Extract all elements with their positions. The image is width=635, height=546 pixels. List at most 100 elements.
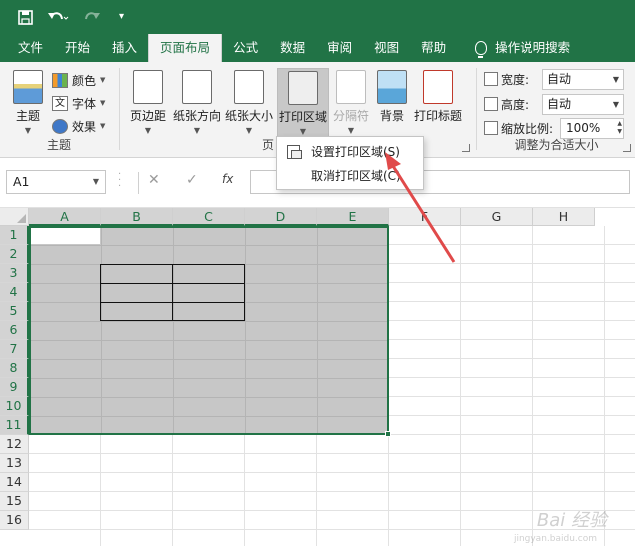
selected-range[interactable] bbox=[29, 226, 389, 435]
clear-print-area-item[interactable]: 取消打印区域(C) bbox=[277, 164, 423, 188]
cancel-icon[interactable]: ✕ bbox=[148, 172, 160, 188]
height-label-row: 高度: bbox=[484, 93, 529, 115]
row-header-1[interactable]: 1 bbox=[0, 226, 29, 245]
tab-formulas[interactable]: 公式 bbox=[222, 34, 269, 62]
margins-icon bbox=[133, 70, 163, 104]
tell-me-label: 操作说明搜索 bbox=[495, 40, 571, 55]
chevron-down-icon: ▼ bbox=[245, 126, 253, 135]
name-box[interactable]: A1 ▼ bbox=[6, 170, 106, 194]
theme-colors-button[interactable]: 颜色 ▼ bbox=[52, 70, 105, 90]
column-header-a[interactable]: A bbox=[29, 208, 101, 226]
print-titles-icon bbox=[423, 70, 453, 104]
divider bbox=[138, 172, 139, 194]
save-icon[interactable] bbox=[18, 9, 33, 25]
page-setup-launcher-icon[interactable] bbox=[462, 144, 470, 152]
row-header-3[interactable]: 3 bbox=[0, 264, 29, 283]
theme-fonts-button[interactable]: 文 字体 ▼ bbox=[52, 93, 105, 113]
chevron-down-icon: ▼ bbox=[92, 177, 99, 186]
row-header-15[interactable]: 15 bbox=[0, 492, 29, 511]
column-header-f[interactable]: F bbox=[389, 208, 461, 226]
width-icon bbox=[484, 72, 498, 86]
print-titles-button[interactable]: 打印标题 bbox=[412, 68, 464, 124]
themes-button[interactable]: 主题 ▼ bbox=[8, 68, 48, 135]
tell-me-search[interactable]: 操作说明搜索 bbox=[457, 34, 581, 62]
tab-help[interactable]: 帮助 bbox=[410, 34, 457, 62]
tab-data[interactable]: 数据 bbox=[269, 34, 316, 62]
row-header-16[interactable]: 16 bbox=[0, 511, 29, 530]
column-header-g[interactable]: G bbox=[461, 208, 533, 226]
row-header-4[interactable]: 4 bbox=[0, 283, 29, 302]
watermark-logo: Bai 经验 bbox=[536, 510, 607, 531]
tab-page-layout[interactable]: 页面布局 bbox=[148, 34, 223, 62]
orientation-button[interactable]: 纸张方向 ▼ bbox=[172, 68, 222, 135]
print-area-menu: 设置打印区域(S) 取消打印区域(C) bbox=[276, 136, 424, 190]
themes-icon bbox=[13, 70, 43, 104]
height-dropdown[interactable]: 自动 ▼ bbox=[542, 94, 624, 115]
paper-size-icon bbox=[234, 70, 264, 104]
print-area-icon bbox=[288, 71, 318, 105]
drag-handle-icon[interactable]: · · · bbox=[118, 170, 121, 192]
chevron-down-icon: ▼ bbox=[144, 126, 152, 135]
themes-group-label: 主题 bbox=[46, 138, 71, 152]
tab-view[interactable]: 视图 bbox=[363, 34, 410, 62]
row-header-9[interactable]: 9 bbox=[0, 378, 29, 397]
customize-qat-icon[interactable]: ▾ bbox=[119, 12, 124, 22]
print-titles-label: 打印标题 bbox=[413, 109, 462, 123]
redo-icon[interactable] bbox=[83, 10, 105, 25]
theme-effects-button[interactable]: 效果 ▼ bbox=[52, 116, 105, 136]
clear-print-area-label: 取消打印区域(C) bbox=[311, 169, 401, 183]
themes-button-label: 主题 bbox=[15, 109, 40, 123]
bordered-table bbox=[100, 264, 245, 321]
column-header-d[interactable]: D bbox=[245, 208, 317, 226]
effects-icon bbox=[52, 118, 68, 134]
undo-icon[interactable] bbox=[47, 10, 69, 25]
row-header-13[interactable]: 13 bbox=[0, 454, 29, 473]
row-header-14[interactable]: 14 bbox=[0, 473, 29, 492]
margins-button[interactable]: 页边距 ▼ bbox=[128, 68, 168, 135]
enter-icon[interactable]: ✓ bbox=[186, 172, 198, 188]
active-cell[interactable] bbox=[31, 228, 100, 244]
print-area-icon bbox=[287, 145, 302, 159]
row-header-7[interactable]: 7 bbox=[0, 340, 29, 359]
row-header-11[interactable]: 11 bbox=[0, 416, 29, 435]
tab-review[interactable]: 审阅 bbox=[316, 34, 363, 62]
row-header-2[interactable]: 2 bbox=[0, 245, 29, 264]
themes-group: 主题 ▼ 颜色 ▼ 文 字体 ▼ 效果 ▼ 主题 bbox=[0, 66, 118, 156]
scale-label: 缩放比例: bbox=[501, 121, 554, 136]
tab-home[interactable]: 开始 bbox=[54, 34, 101, 62]
lightbulb-icon bbox=[475, 41, 488, 58]
column-header-e[interactable]: E bbox=[317, 208, 389, 226]
name-box-value: A1 bbox=[13, 174, 30, 189]
scale-value: 100% bbox=[566, 121, 601, 135]
row-header-12[interactable]: 12 bbox=[0, 435, 29, 454]
chevron-down-icon: ▼ bbox=[100, 99, 106, 107]
tab-file[interactable]: 文件 bbox=[0, 34, 54, 62]
row-header-10[interactable]: 10 bbox=[0, 397, 29, 416]
breaks-button[interactable]: 分隔符 ▼ bbox=[331, 68, 371, 135]
theme-colors-label: 颜色 bbox=[72, 73, 97, 88]
chevron-down-icon: ▼ bbox=[100, 122, 106, 130]
column-header-c[interactable]: C bbox=[173, 208, 245, 226]
row-header-6[interactable]: 6 bbox=[0, 321, 29, 340]
width-dropdown[interactable]: 自动 ▼ bbox=[542, 69, 624, 90]
row-header-8[interactable]: 8 bbox=[0, 359, 29, 378]
scale-launcher-icon[interactable] bbox=[623, 144, 631, 152]
ribbon-tabs: 文件 开始 插入 页面布局 公式 数据 审阅 视图 帮助 操作说明搜索 bbox=[0, 34, 635, 62]
print-area-button[interactable]: 打印区域 ▼ bbox=[277, 68, 329, 140]
fill-handle[interactable] bbox=[385, 431, 391, 437]
set-print-area-item[interactable]: 设置打印区域(S) bbox=[277, 140, 423, 164]
background-image-icon bbox=[377, 70, 407, 104]
row-header-5[interactable]: 5 bbox=[0, 302, 29, 321]
background-button[interactable]: 背景 bbox=[374, 68, 410, 124]
height-value: 自动 bbox=[547, 97, 572, 111]
column-header-h[interactable]: H bbox=[533, 208, 595, 226]
spin-arrows-icon[interactable]: ▲ ▼ bbox=[617, 120, 622, 136]
chevron-down-icon: ▼ bbox=[193, 126, 201, 135]
select-all-button[interactable] bbox=[0, 208, 29, 226]
insert-function-icon[interactable]: fx bbox=[222, 172, 233, 186]
tab-insert[interactable]: 插入 bbox=[101, 34, 148, 62]
column-header-b[interactable]: B bbox=[101, 208, 173, 226]
theme-effects-label: 效果 bbox=[72, 119, 97, 134]
size-button[interactable]: 纸张大小 ▼ bbox=[224, 68, 274, 135]
width-value: 自动 bbox=[547, 72, 572, 86]
